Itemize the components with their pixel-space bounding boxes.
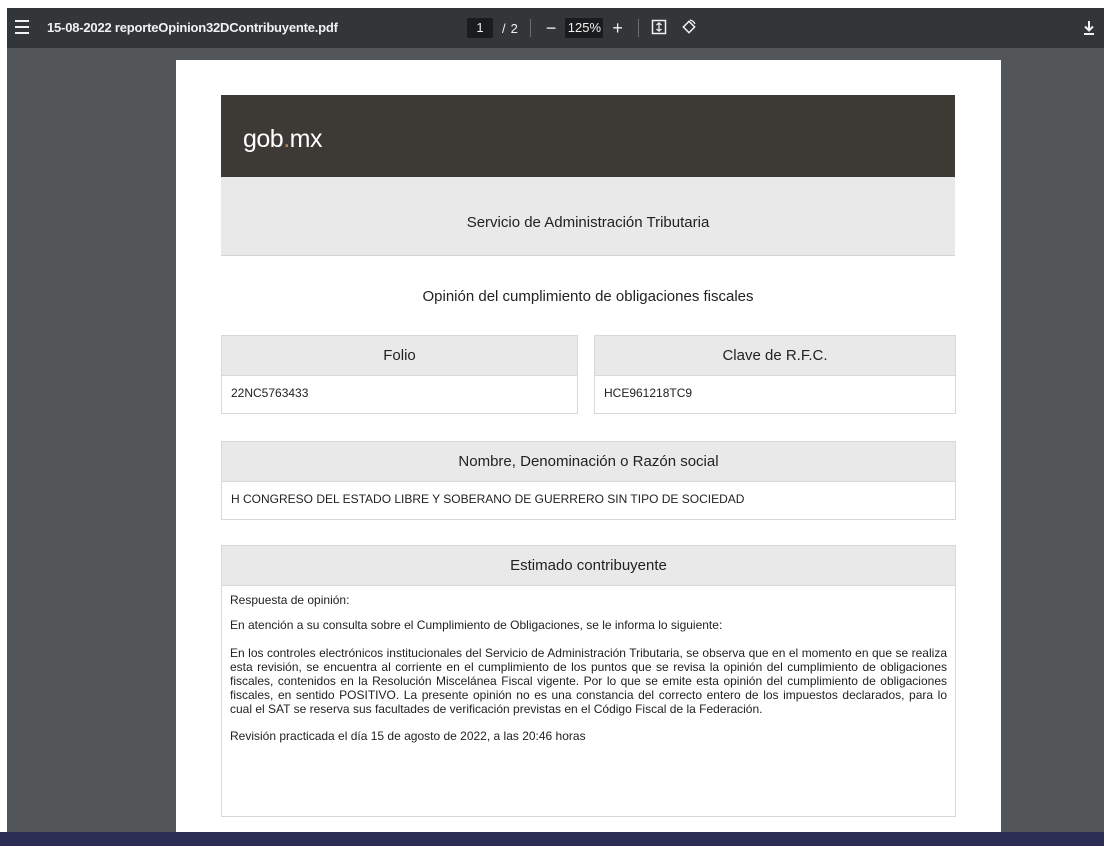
name-box: Nombre, Denominación o Razón social H CO…	[221, 441, 956, 520]
toolbar-divider	[637, 19, 639, 37]
document-title: 15-08-2022 reporteOpinion32DContribuyent…	[47, 20, 338, 35]
current-page-input[interactable]: 1	[467, 18, 493, 38]
toolbar-divider	[529, 19, 531, 37]
agency-name: Servicio de Administración Tributaria	[466, 214, 710, 231]
message-line: En atención a su consulta sobre el Cumpl…	[230, 618, 723, 632]
pdf-page: gob.mx Servicio de Administración Tribut…	[176, 60, 1001, 832]
review-date: Revisión practicada el día 15 de agosto …	[230, 729, 586, 743]
download-icon[interactable]	[1080, 18, 1098, 38]
rfc-box: Clave de R.F.C. HCE961218TC9	[594, 335, 956, 414]
os-taskbar	[0, 832, 1104, 846]
zoom-level-input[interactable]: 125%	[565, 18, 604, 38]
zoom-in-button[interactable]: +	[609, 18, 626, 38]
rfc-value: HCE961218TC9	[604, 386, 693, 400]
folio-box: Folio 22NC5763433	[221, 335, 578, 414]
fit-page-icon[interactable]	[651, 19, 667, 38]
rotate-icon[interactable]	[681, 18, 697, 38]
page-separator: /	[502, 20, 506, 36]
logo-part: mx	[289, 125, 323, 153]
document-heading: Opinión del cumplimiento de obligaciones…	[422, 288, 754, 305]
message-label: Estimado contribuyente	[222, 546, 955, 586]
page-zoom-controls: 1 / 2 − 125% +	[467, 17, 697, 39]
agency-banner: Servicio de Administración Tributaria	[221, 177, 955, 256]
folio-label: Folio	[222, 336, 577, 376]
logo-part: gob	[243, 125, 284, 153]
menu-icon[interactable]	[15, 20, 29, 36]
pdf-viewer-window: 15-08-2022 reporteOpinion32DContribuyent…	[7, 8, 1104, 832]
total-pages: 2	[510, 20, 518, 36]
zoom-out-button[interactable]: −	[543, 18, 560, 38]
message-body: Respuesta de opinión: En atención a su c…	[222, 586, 955, 743]
message-line: Respuesta de opinión:	[230, 593, 350, 607]
name-label: Nombre, Denominación o Razón social	[222, 442, 955, 482]
name-value: H CONGRESO DEL ESTADO LIBRE Y SOBERANO D…	[231, 492, 745, 506]
gov-header: gob.mx	[221, 95, 955, 177]
pdf-toolbar: 15-08-2022 reporteOpinion32DContribuyent…	[7, 8, 1104, 48]
gob-mx-logo: gob.mx	[243, 125, 323, 154]
message-paragraph: En los controles electrónicos institucio…	[230, 646, 947, 716]
message-box: Estimado contribuyente Respuesta de opin…	[221, 545, 956, 817]
rfc-label: Clave de R.F.C.	[595, 336, 955, 376]
folio-value: 22NC5763433	[231, 386, 309, 400]
